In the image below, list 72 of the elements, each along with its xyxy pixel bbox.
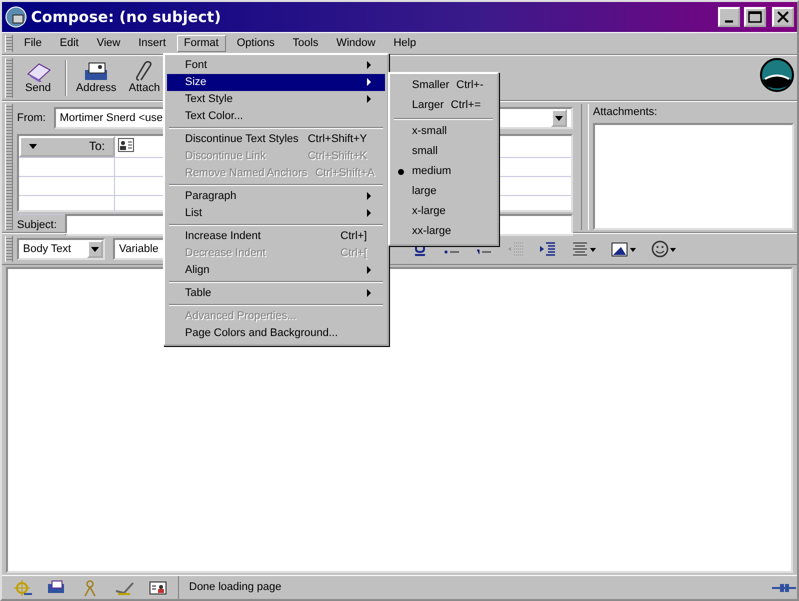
menu-item[interactable]: large [392,182,495,202]
caret-icon [555,116,563,121]
toolbar-grip[interactable] [5,236,13,262]
menu-item[interactable]: Paragraph [167,188,385,205]
menu-item[interactable]: Window [329,35,382,52]
address-card-icon [118,138,134,152]
close-button[interactable] [772,7,794,27]
subject-label: Subject: [17,218,57,232]
submenu-arrow-icon [367,209,371,217]
smiley-icon[interactable] [651,240,677,258]
image-icon[interactable] [611,240,637,258]
submenu-arrow-icon [367,61,371,69]
menu-item[interactable]: x-large [392,202,495,222]
menu-item[interactable]: Discontinue Text Styles Ctrl+Shift+Y [167,131,385,148]
address-card-icon[interactable] [148,578,168,596]
maximize-icon [747,10,763,24]
menu-item[interactable]: Format [176,35,226,52]
status-text: Done loading page [188,580,282,594]
menu-item[interactable]: Help [386,35,424,52]
compass-icon[interactable] [12,578,32,596]
menu-item[interactable]: File [17,35,49,52]
menu-item[interactable]: xx-large [392,222,495,242]
menu-item[interactable]: Size [167,74,385,91]
menu-item[interactable]: Text Style [167,91,385,108]
submenu-arrow-icon [367,192,371,200]
minimize-icon [725,20,733,23]
menu-item[interactable]: List [167,205,385,222]
menu-item[interactable]: Edit [52,35,86,52]
menu-item[interactable]: Insert [131,35,173,52]
caret-icon [91,246,99,252]
align-icon[interactable] [571,240,597,258]
toolbar-button[interactable]: Address [73,58,120,98]
attachments-list[interactable] [593,123,794,230]
menu-item[interactable]: Larger Ctrl+= [392,96,495,116]
menu-item[interactable]: Increase Indent Ctrl+] [167,228,385,245]
window-title: Compose: (no subject) [31,8,221,26]
menu-item[interactable]: x-small [392,122,495,142]
toolbar-button[interactable]: Attach [123,58,166,98]
pane-splitter[interactable] [581,104,589,230]
from-label: From: [17,112,46,125]
close-icon [775,10,791,24]
paragraph-style-select[interactable]: Body Text [17,238,105,260]
app-icon [5,6,27,28]
dropdown-button[interactable] [551,109,567,128]
menu-item[interactable]: Page Colors and Background... [167,325,385,342]
menu-item[interactable]: Tools [286,35,326,52]
minimize-button[interactable] [718,7,740,27]
menu-item[interactable]: medium [392,162,495,182]
submenu-arrow-icon [367,78,371,86]
submenu-arrow-icon [367,95,371,103]
submenu-arrow-icon [367,266,371,274]
menu-item[interactable]: View [90,35,128,52]
menu-item[interactable]: small [392,142,495,162]
attachments-label: Attachments: [593,106,658,120]
menu-item[interactable]: Align [167,262,385,279]
indent-icon[interactable] [539,240,557,258]
menu-item[interactable]: Options [230,35,282,52]
from-value: Mortimer Snerd <use [60,112,163,125]
address-book-icon [83,60,110,82]
maximize-button[interactable] [744,7,766,27]
toolbar-grip[interactable] [5,104,13,230]
menu-item[interactable]: Smaller Ctrl+- [392,76,495,96]
toolbar-grip[interactable] [5,58,13,98]
caret-icon [29,144,37,150]
logo-icon [760,58,794,92]
toolbar-grip[interactable] [5,35,13,52]
toolbar-button[interactable]: Send [17,58,59,98]
submenu-arrow-icon [367,289,371,297]
menu-item[interactable]: Text Color... [167,108,385,125]
recipient-type-button[interactable]: To: [19,136,115,158]
menu-item[interactable]: Font [167,57,385,74]
menu-item[interactable]: Table [167,285,385,302]
